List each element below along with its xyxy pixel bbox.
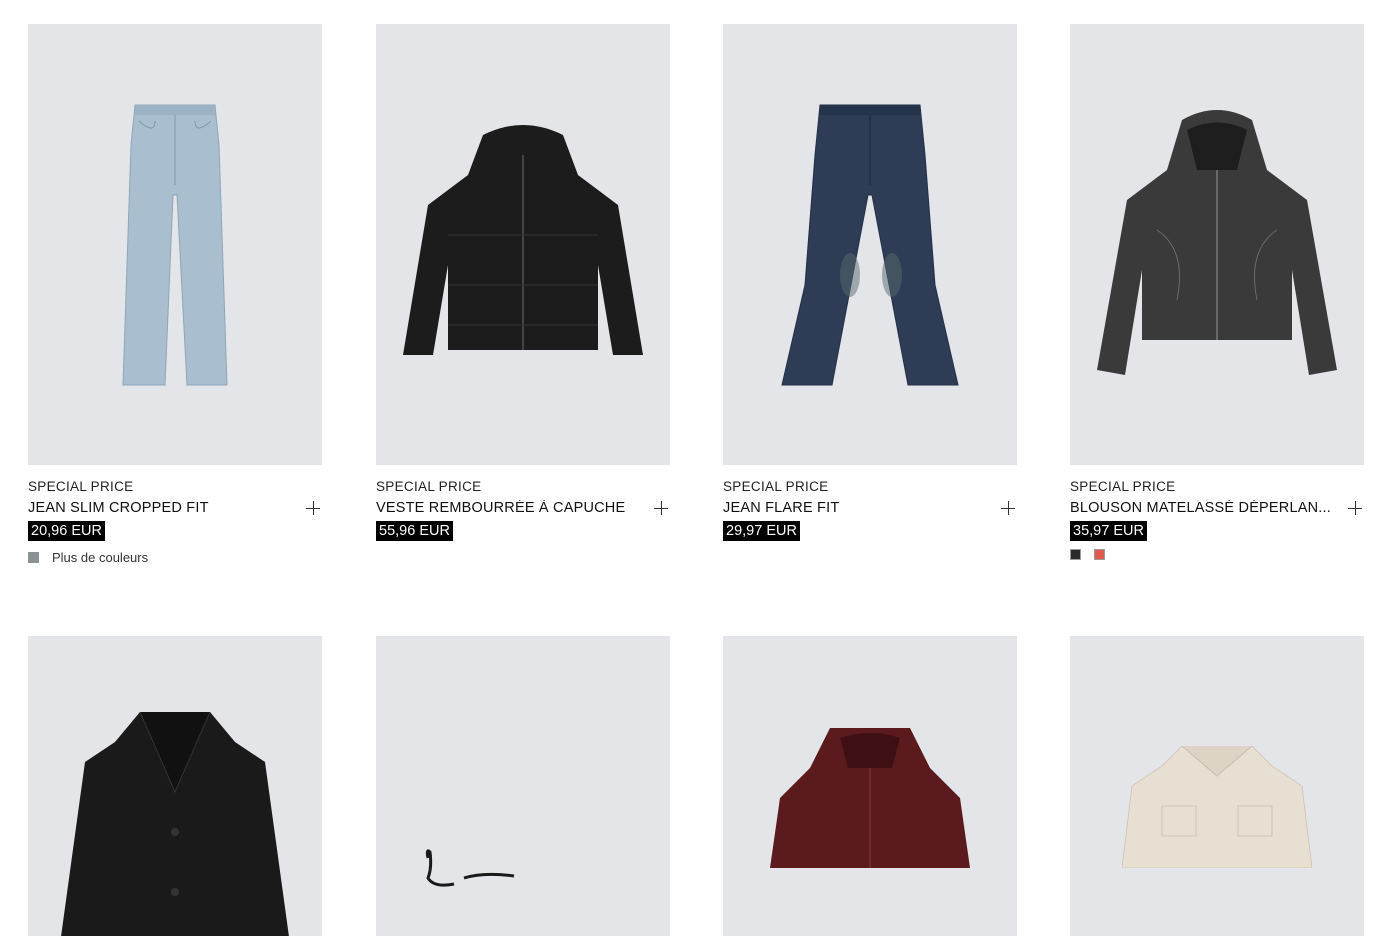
promo-label: SPECIAL PRICE [376, 479, 482, 494]
product-price: 20,96 EUR [28, 521, 105, 541]
product-image-blouson[interactable] [1070, 24, 1364, 465]
shoe-lace-illustration [425, 849, 515, 887]
more-colors-label[interactable]: Plus de couleurs [52, 550, 148, 565]
add-to-cart-icon[interactable] [1348, 501, 1362, 515]
black-coat-illustration [61, 712, 289, 936]
product-image-burgundy-jacket[interactable] [723, 636, 1017, 936]
product-image-cream-overshirt[interactable] [1070, 636, 1364, 936]
more-colors[interactable]: Plus de couleurs [28, 550, 322, 565]
product-card[interactable] [723, 636, 1017, 936]
product-image-jean-slim[interactable] [28, 24, 322, 465]
add-to-cart-icon[interactable] [654, 501, 668, 515]
promo-label: SPECIAL PRICE [1070, 479, 1176, 494]
color-swatches [1070, 549, 1364, 560]
product-card[interactable]: SPECIAL PRICE JEAN FLARE FIT 29,97 EUR [723, 24, 1017, 541]
product-card[interactable] [1070, 636, 1364, 936]
product-card[interactable] [376, 636, 670, 936]
product-card[interactable]: SPECIAL PRICE VESTE REMBOURRÉE À CAPUCHE… [376, 24, 670, 541]
color-swatch-black[interactable] [1070, 549, 1081, 560]
quilted-blouson-illustration [1097, 109, 1337, 375]
product-name[interactable]: JEAN FLARE FIT [723, 500, 839, 516]
product-name[interactable]: BLOUSON MATELASSÉ DÉPERLAN... [1070, 500, 1331, 516]
product-image-shoe[interactable] [376, 636, 670, 936]
color-swatch[interactable] [28, 552, 39, 563]
product-card[interactable]: SPECIAL PRICE JEAN SLIM CROPPED FIT 20,9… [28, 24, 322, 565]
product-name[interactable]: JEAN SLIM CROPPED FIT [28, 500, 209, 516]
puffer-jacket-illustration [403, 124, 643, 355]
product-price: 55,96 EUR [376, 521, 453, 541]
light-jeans-illustration [122, 104, 228, 385]
promo-label: SPECIAL PRICE [28, 479, 134, 494]
add-to-cart-icon[interactable] [306, 501, 320, 515]
product-card[interactable]: SPECIAL PRICE BLOUSON MATELASSÉ DÉPERLAN… [1070, 24, 1364, 560]
product-name[interactable]: VESTE REMBOURRÉE À CAPUCHE [376, 500, 625, 516]
product-image-jean-flare[interactable] [723, 24, 1017, 465]
add-to-cart-icon[interactable] [1001, 501, 1015, 515]
promo-label: SPECIAL PRICE [723, 479, 829, 494]
flare-jeans-illustration [781, 104, 959, 385]
cream-overshirt-illustration [1122, 746, 1312, 868]
product-image-puffer[interactable] [376, 24, 670, 465]
product-image-black-coat[interactable] [28, 636, 322, 936]
color-swatch-red[interactable] [1094, 549, 1105, 560]
product-grid: SPECIAL PRICE JEAN SLIM CROPPED FIT 20,9… [0, 0, 1400, 936]
product-price: 35,97 EUR [1070, 521, 1147, 541]
burgundy-jacket-illustration [770, 728, 970, 868]
product-price: 29,97 EUR [723, 521, 800, 541]
product-card[interactable] [28, 636, 322, 936]
